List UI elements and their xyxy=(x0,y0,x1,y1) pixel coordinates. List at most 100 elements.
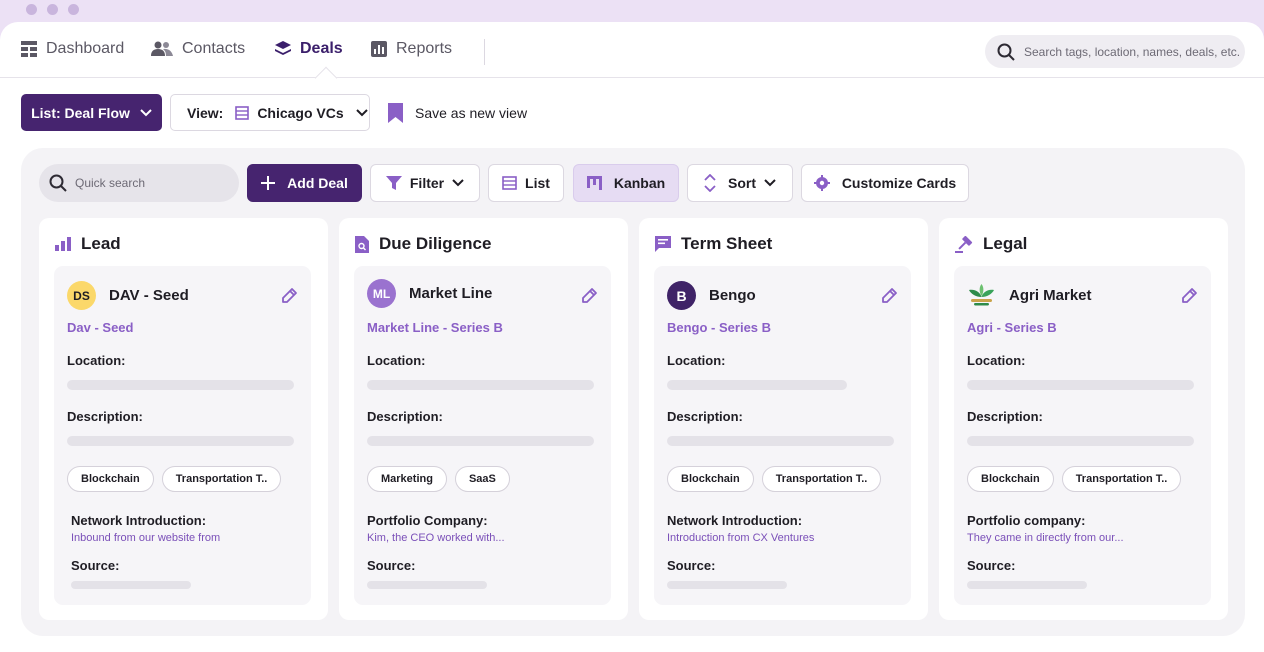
quick-search-input[interactable]: Quick search xyxy=(39,164,239,202)
nav-label: Reports xyxy=(396,40,453,57)
nav-divider xyxy=(484,39,485,65)
tag[interactable]: Transportation T.. xyxy=(761,466,882,492)
tag[interactable]: Transportation T.. xyxy=(161,466,282,492)
customize-cards-button[interactable]: Customize Cards xyxy=(801,164,969,202)
column-header: Due Diligence xyxy=(355,234,491,254)
edit-icon[interactable] xyxy=(881,287,898,304)
deal-subtitle[interactable]: Bengo - Series B xyxy=(667,320,771,335)
column-lead: Lead DS DAV - Seed Dav - Seed Location: … xyxy=(39,218,328,620)
column-header: Legal xyxy=(955,234,1027,254)
tag[interactable]: SaaS xyxy=(454,466,510,492)
source-placeholder xyxy=(667,581,787,589)
deal-card[interactable]: DS DAV - Seed Dav - Seed Location: Descr… xyxy=(54,266,311,605)
list-icon xyxy=(502,176,517,190)
source-label: Source: xyxy=(967,558,1016,573)
table-icon xyxy=(235,105,250,120)
edit-icon[interactable] xyxy=(581,287,598,304)
tag-list: Blockchain Transportation T.. xyxy=(67,466,282,492)
quick-search-placeholder: Quick search xyxy=(75,176,146,190)
view-value: Chicago VCs xyxy=(257,104,344,121)
list-select-button[interactable]: List: Deal Flow xyxy=(21,94,162,131)
description-placeholder xyxy=(367,436,594,446)
kanban-board: Quick search Add Deal Filter List Kanban… xyxy=(21,148,1245,636)
tag[interactable]: Blockchain xyxy=(667,466,754,492)
window-dot[interactable] xyxy=(68,4,79,15)
card-header: Agri Market xyxy=(967,281,1092,310)
list-label: List: Deal Flow xyxy=(31,104,130,121)
bar-chart-icon xyxy=(371,41,387,57)
edit-icon[interactable] xyxy=(1181,287,1198,304)
global-search[interactable]: Search tags, location, names, deals, etc… xyxy=(985,35,1245,68)
description-label: Description: xyxy=(367,409,443,424)
tag[interactable]: Marketing xyxy=(367,466,447,492)
filter-button[interactable]: Filter xyxy=(370,164,480,202)
customize-label: Customize Cards xyxy=(841,175,957,191)
intro-text: Kim, the CEO worked with... xyxy=(367,532,505,544)
deal-name: Agri Market xyxy=(1009,287,1092,304)
intro-label: Network Introduction: xyxy=(71,513,207,528)
description-label: Description: xyxy=(967,409,1043,424)
bar-chart-icon xyxy=(55,237,71,251)
list-label: List xyxy=(525,175,550,191)
location-label: Location: xyxy=(667,353,726,368)
kanban-label: Kanban xyxy=(613,175,666,191)
sort-label: Sort xyxy=(728,175,756,191)
add-deal-button[interactable]: Add Deal xyxy=(247,164,362,202)
nav-dashboard[interactable]: Dashboard xyxy=(21,40,124,58)
save-label: Save as new view xyxy=(415,104,528,121)
list-view-button[interactable]: List xyxy=(488,164,564,202)
source-label: Source: xyxy=(667,558,716,573)
deal-name: DAV - Seed xyxy=(109,287,189,304)
deal-subtitle[interactable]: Agri - Series B xyxy=(967,320,1057,335)
location-placeholder xyxy=(67,380,294,390)
deal-name: Bengo xyxy=(709,287,756,304)
card-header: ML Market Line xyxy=(367,279,492,308)
grid-icon xyxy=(21,41,37,57)
column-header: Lead xyxy=(55,234,121,254)
nav-contacts[interactable]: Contacts xyxy=(151,40,245,58)
tag[interactable]: Blockchain xyxy=(67,466,154,492)
top-nav: Dashboard Contacts Deals Reports Search … xyxy=(0,22,1264,78)
nav-deals[interactable]: Deals xyxy=(275,40,343,58)
layers-icon xyxy=(275,41,291,55)
intro-label: Portfolio Company: xyxy=(367,513,488,528)
location-label: Location: xyxy=(67,353,126,368)
gavel-icon xyxy=(955,235,973,253)
chevron-down-icon xyxy=(355,108,368,116)
window-dot[interactable] xyxy=(26,4,37,15)
edit-icon[interactable] xyxy=(281,287,298,304)
deal-name: Market Line xyxy=(409,285,493,302)
deal-subtitle[interactable]: Market Line - Series B xyxy=(367,320,503,335)
window-dot[interactable] xyxy=(47,4,58,15)
location-label: Location: xyxy=(367,353,426,368)
bookmark-icon xyxy=(388,102,403,123)
tag-list: Marketing SaaS xyxy=(367,466,510,492)
kanban-view-button[interactable]: Kanban xyxy=(573,164,679,202)
tag[interactable]: Transportation T.. xyxy=(1061,466,1182,492)
save-view-button[interactable]: Save as new view xyxy=(388,94,527,131)
search-icon xyxy=(997,43,1015,61)
sort-button[interactable]: Sort xyxy=(687,164,793,202)
add-deal-label: Add Deal xyxy=(287,175,348,191)
avatar: DS xyxy=(67,281,96,310)
description-placeholder xyxy=(67,436,294,446)
chevron-down-icon xyxy=(764,179,776,187)
agri-logo-icon xyxy=(967,281,996,310)
intro-text: Introduction from CX Ventures xyxy=(667,532,815,544)
source-placeholder xyxy=(71,581,191,589)
nav-reports[interactable]: Reports xyxy=(371,40,452,58)
column-title: Lead xyxy=(81,234,121,253)
deal-card[interactable]: ML Market Line Market Line - Series B Lo… xyxy=(354,266,611,605)
deal-card[interactable]: B Bengo Bengo - Series B Location: Descr… xyxy=(654,266,911,605)
deal-card[interactable]: Agri Market Agri - Series B Location: De… xyxy=(954,266,1211,605)
location-label: Location: xyxy=(967,353,1026,368)
nav-label: Contacts xyxy=(182,40,246,57)
column-legal: Legal Agri Market Agri - Series B Locati… xyxy=(939,218,1228,620)
tag-list: Blockchain Transportation T.. xyxy=(967,466,1182,492)
nav-label: Deals xyxy=(300,40,343,57)
search-placeholder: Search tags, location, names, deals, etc… xyxy=(1024,44,1241,59)
view-select-button[interactable]: View: Chicago VCs xyxy=(170,94,370,131)
description-label: Description: xyxy=(667,409,743,424)
deal-subtitle[interactable]: Dav - Seed xyxy=(67,320,133,335)
tag[interactable]: Blockchain xyxy=(967,466,1054,492)
